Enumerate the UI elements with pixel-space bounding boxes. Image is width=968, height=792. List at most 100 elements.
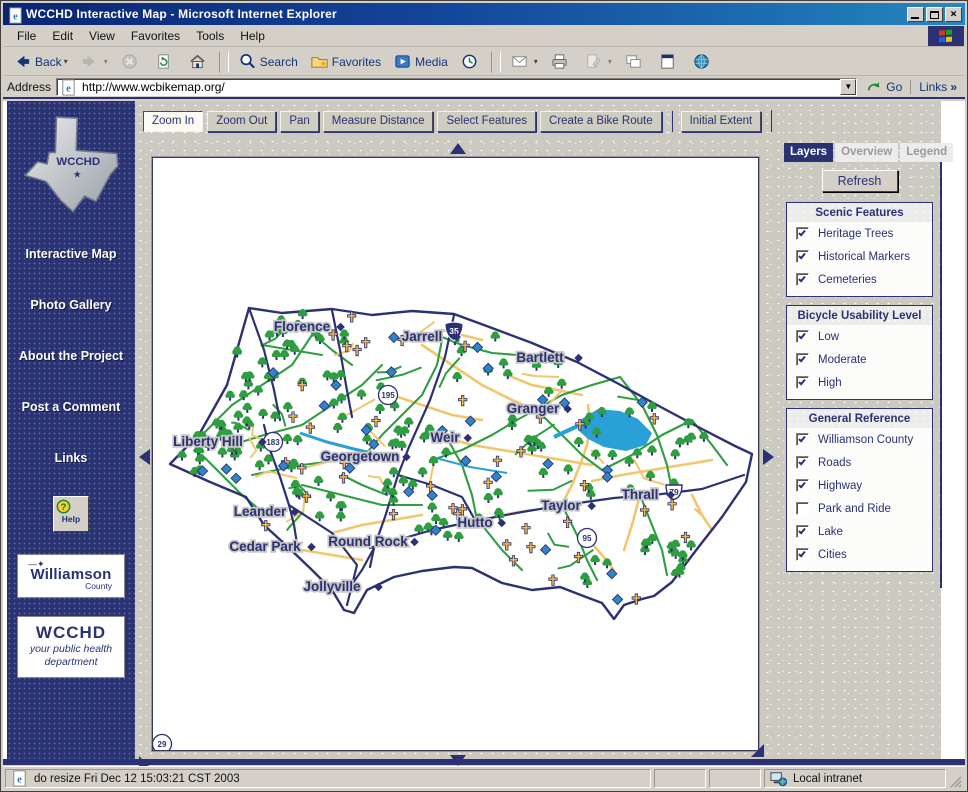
layer-checkbox[interactable]	[796, 525, 809, 538]
map-tool-button[interactable]: Zoom Out	[207, 110, 277, 132]
refresh-button[interactable]: Refresh	[821, 170, 898, 192]
minimize-button[interactable]	[907, 6, 924, 22]
layer-row: Williamson County	[787, 428, 932, 451]
texas-logo: WCCHD ★	[19, 115, 123, 219]
map-tool-button[interactable]: Initial Extent	[671, 110, 762, 132]
dropdown-caret-icon: ▾	[103, 57, 108, 66]
toolbar-button-icon	[154, 52, 173, 71]
toolbar-button[interactable]: ▾	[218, 50, 229, 73]
map-tool-button[interactable]: Measure Distance	[322, 110, 434, 132]
layer-checkbox[interactable]	[796, 250, 809, 263]
links-toolbar[interactable]: Links »	[910, 80, 961, 94]
address-dropdown-button[interactable]: ▼	[840, 79, 857, 95]
go-arrow-icon	[865, 78, 886, 97]
zone-label: Local intranet	[793, 772, 863, 785]
panel-tab[interactable]: Layers	[784, 143, 834, 162]
toolbar-button-icon	[550, 52, 569, 71]
pan-southeast-arrow[interactable]	[751, 744, 764, 757]
toolbar-button[interactable]: ▾	[115, 49, 147, 74]
toolbar-button[interactable]: ▾	[149, 49, 181, 74]
svg-text:183: 183	[266, 438, 280, 447]
toolbar-button[interactable]: ▾	[455, 49, 487, 74]
svg-text:Jollyville: Jollyville	[303, 579, 361, 594]
city-label: Georgetown	[319, 447, 411, 466]
layer-checkbox[interactable]	[796, 330, 809, 343]
menu-item[interactable]: Help	[232, 27, 273, 45]
intranet-icon	[769, 769, 793, 788]
menu-item[interactable]: Edit	[44, 27, 81, 45]
layer-checkbox[interactable]	[796, 456, 809, 469]
layer-label: Highway	[818, 479, 863, 492]
go-button[interactable]: Go	[865, 78, 902, 97]
menu-item[interactable]: View	[81, 27, 123, 45]
map-tool-button[interactable]: Create a Bike Route	[540, 110, 662, 132]
toolbar-button[interactable]: ▾	[75, 49, 113, 74]
sidebar-nav-link[interactable]: Post a Comment	[7, 400, 135, 414]
browser-toolbar: Back ▾ ▾ ▾ ▾ ▾ ▾	[3, 48, 965, 76]
sidebar-nav-link[interactable]: Interactive Map	[7, 247, 135, 261]
sidebar-nav-link[interactable]: Links	[7, 451, 135, 465]
toolbar-button[interactable]: ▾	[687, 49, 719, 74]
toolbar-button[interactable]: Back ▾	[8, 49, 73, 74]
layer-row: Lake	[787, 520, 932, 543]
pan-north-arrow[interactable]	[450, 143, 466, 154]
toolbar-button-icon	[310, 52, 329, 71]
layer-row: Heritage Trees	[787, 222, 932, 245]
windows-flag-icon	[938, 29, 954, 43]
layer-checkbox[interactable]	[796, 433, 809, 446]
menu-item[interactable]: Tools	[188, 27, 232, 45]
resize-grip[interactable]	[949, 769, 963, 788]
pan-west-arrow[interactable]	[139, 449, 150, 465]
address-input[interactable]: http://www.wcbikemap.org/	[78, 80, 840, 94]
links-chevron-icon: »	[950, 80, 957, 94]
layer-group-title: Scenic Features	[787, 203, 932, 222]
toolbar-button[interactable]: ▾	[183, 49, 215, 74]
layer-checkbox[interactable]	[796, 376, 809, 389]
wcchd-banner[interactable]: WCCHD your public health department	[17, 616, 125, 679]
county-map[interactable]: 35195183957929FlorenceJarrellBartlettGra…	[153, 158, 758, 750]
close-button[interactable]: ×	[945, 6, 962, 22]
layer-checkbox[interactable]	[796, 227, 809, 240]
layer-checkbox[interactable]	[796, 273, 809, 286]
layers-panel: Layers Overview Legend Refresh Scenic Feat…	[784, 143, 954, 588]
williamson-county-banner[interactable]: —✦ Williamson County	[17, 554, 125, 598]
panel-tab[interactable]: Legend	[900, 143, 954, 162]
toolbar-button[interactable]: ▾	[579, 49, 617, 74]
address-field[interactable]: e http://www.wcbikemap.org/ ▼	[56, 78, 858, 96]
toolbar-button[interactable]: Search ▾	[233, 49, 303, 74]
svg-text:Cedar Park: Cedar Park	[229, 539, 301, 554]
toolbar-button[interactable]: Favorites ▾	[305, 49, 386, 74]
toolbar-button-icon	[460, 52, 479, 71]
toolbar-button[interactable]: ▾	[505, 49, 543, 74]
toolbar-button[interactable]: ▾	[490, 50, 501, 73]
toolbar-button[interactable]: ▾	[619, 49, 651, 74]
address-bar: Address e http://www.wcbikemap.org/ ▼ Go…	[3, 77, 965, 99]
sidebar-nav-link[interactable]: About the Project	[7, 349, 135, 363]
map-tool-button[interactable]: Zoom In	[143, 110, 204, 132]
map-canvas[interactable]: 35 195 183 95 79 29 Florence Jarrell Bartlett Gra…	[152, 157, 759, 751]
toolbar-button[interactable]: Media ▾	[388, 49, 453, 74]
layer-checkbox[interactable]	[796, 502, 809, 515]
toolbar-button[interactable]: ▾	[653, 49, 685, 74]
layer-checkbox[interactable]	[796, 548, 809, 561]
layer-label: Roads	[818, 456, 852, 469]
windows-brand-block	[928, 26, 964, 46]
layer-checkbox[interactable]	[796, 479, 809, 492]
toolbar-button-icon	[393, 52, 412, 71]
toolbar-button[interactable]: ▾	[545, 49, 577, 74]
map-tool-button[interactable]: Pan	[280, 110, 319, 132]
toolbar-button-icon	[13, 52, 32, 71]
layer-checkbox[interactable]	[796, 353, 809, 366]
pan-east-arrow[interactable]	[763, 449, 774, 465]
maximize-button[interactable]	[926, 6, 943, 22]
menu-item[interactable]: Favorites	[123, 27, 188, 45]
highway-shield: 95	[576, 527, 598, 549]
layer-row: Cemeteries	[787, 268, 932, 291]
toolbar-button-icon	[584, 52, 603, 71]
menu-item[interactable]: File	[9, 27, 44, 45]
help-button[interactable]: ? Help	[53, 496, 89, 532]
map-tool-button[interactable]: Select Features	[437, 110, 537, 132]
toolbar-button-icon	[238, 52, 257, 71]
sidebar-nav-link[interactable]: Photo Gallery	[7, 298, 135, 312]
panel-tab[interactable]: Overview	[835, 143, 899, 162]
